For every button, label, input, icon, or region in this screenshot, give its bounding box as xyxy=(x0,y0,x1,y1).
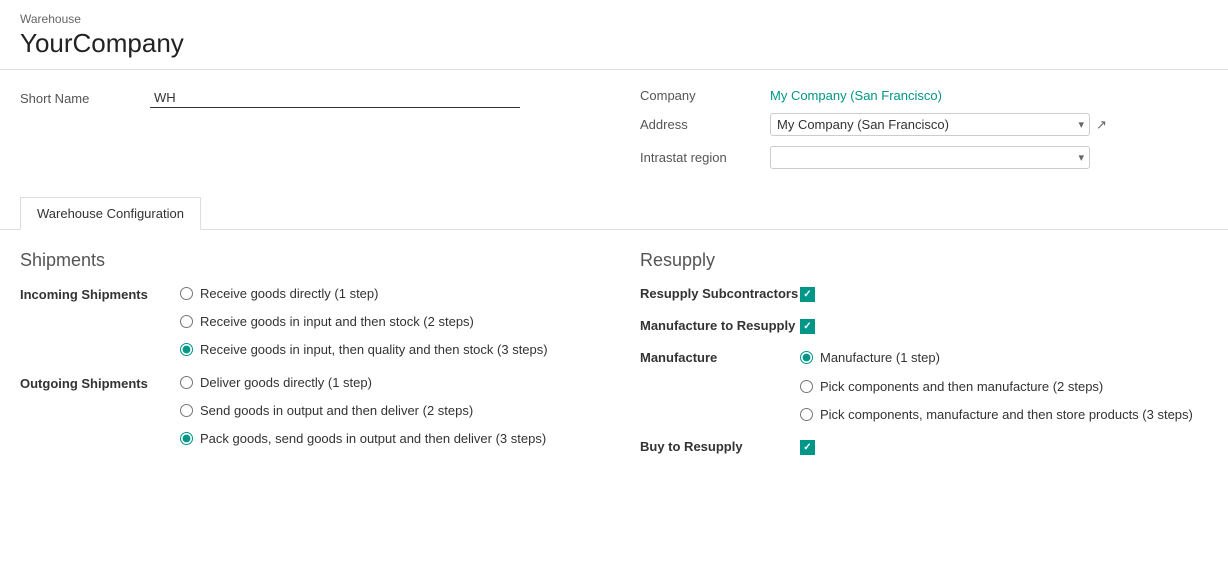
resupply-subcontractors-label: Resupply Subcontractors xyxy=(640,285,800,303)
manufacture-option-2[interactable]: Pick components and then manufacture (2 … xyxy=(800,378,1193,396)
manufacture-option-2-label: Pick components and then manufacture (2 … xyxy=(820,378,1103,396)
outgoing-shipments-label: Outgoing Shipments xyxy=(20,374,180,391)
page-header: Warehouse YourCompany xyxy=(0,0,1228,70)
manufacture-row: Manufacture Manufacture (1 step) Pick co… xyxy=(640,349,1208,424)
buy-to-resupply-checkbox[interactable] xyxy=(800,440,815,455)
outgoing-option-3[interactable]: Pack goods, send goods in output and the… xyxy=(180,430,546,448)
short-name-input[interactable] xyxy=(150,88,520,108)
intrastat-select-wrapper: ▾ xyxy=(770,146,1090,169)
address-label: Address xyxy=(640,117,770,132)
buy-to-resupply-row: Buy to Resupply xyxy=(640,438,1208,456)
company-label: Company xyxy=(640,88,770,103)
buy-to-resupply-control xyxy=(800,438,815,455)
company-value[interactable]: My Company (San Francisco) xyxy=(770,88,942,103)
manufacture-to-resupply-control xyxy=(800,317,815,334)
outgoing-radio-2[interactable] xyxy=(180,404,193,417)
outgoing-option-1-label: Deliver goods directly (1 step) xyxy=(200,374,372,392)
resupply-subcontractors-checkbox[interactable] xyxy=(800,287,815,302)
intrastat-select[interactable] xyxy=(770,146,1090,169)
manufacture-label: Manufacture xyxy=(640,349,800,367)
external-link-icon[interactable]: ↗ xyxy=(1096,117,1107,133)
form-left: Short Name xyxy=(20,88,600,179)
manufacture-radio-3[interactable] xyxy=(800,408,813,421)
incoming-shipments-label: Incoming Shipments xyxy=(20,285,180,302)
short-name-label: Short Name xyxy=(20,91,150,106)
resupply-title: Resupply xyxy=(640,250,1208,271)
manufacture-to-resupply-row: Manufacture to Resupply xyxy=(640,317,1208,335)
company-row: Company My Company (San Francisco) xyxy=(640,88,1208,103)
incoming-option-3[interactable]: Receive goods in input, then quality and… xyxy=(180,341,548,359)
form-section: Short Name Company My Company (San Franc… xyxy=(0,70,1228,189)
incoming-option-1[interactable]: Receive goods directly (1 step) xyxy=(180,285,548,303)
breadcrumb: Warehouse xyxy=(20,12,1208,26)
outgoing-option-1[interactable]: Deliver goods directly (1 step) xyxy=(180,374,546,392)
tab-warehouse-configuration[interactable]: Warehouse Configuration xyxy=(20,197,201,230)
resupply-panel: Resupply Resupply Subcontractors Manufac… xyxy=(640,250,1208,470)
outgoing-option-3-label: Pack goods, send goods in output and the… xyxy=(200,430,546,448)
address-select[interactable]: My Company (San Francisco) xyxy=(770,113,1090,136)
shipments-panel: Shipments Incoming Shipments Receive goo… xyxy=(20,250,600,470)
address-select-wrapper: My Company (San Francisco) ▾ xyxy=(770,113,1090,136)
resupply-subcontractors-row: Resupply Subcontractors xyxy=(640,285,1208,303)
incoming-option-1-label: Receive goods directly (1 step) xyxy=(200,285,378,303)
shipments-title: Shipments xyxy=(20,250,600,271)
manufacture-option-3-label: Pick components, manufacture and then st… xyxy=(820,406,1193,424)
outgoing-radio-3[interactable] xyxy=(180,432,193,445)
manufacture-to-resupply-checkbox[interactable] xyxy=(800,319,815,334)
manufacture-option-1[interactable]: Manufacture (1 step) xyxy=(800,349,1193,367)
manufacture-radio-1[interactable] xyxy=(800,351,813,364)
incoming-shipments-group: Incoming Shipments Receive goods directl… xyxy=(20,285,600,360)
buy-to-resupply-label: Buy to Resupply xyxy=(640,438,800,456)
incoming-radio-3[interactable] xyxy=(180,343,193,356)
intrastat-label: Intrastat region xyxy=(640,150,770,165)
resupply-subcontractors-control xyxy=(800,285,815,302)
incoming-radio-1[interactable] xyxy=(180,287,193,300)
outgoing-option-2-label: Send goods in output and then deliver (2… xyxy=(200,402,473,420)
outgoing-option-2[interactable]: Send goods in output and then deliver (2… xyxy=(180,402,546,420)
intrastat-row: Intrastat region ▾ xyxy=(640,146,1208,169)
incoming-option-3-label: Receive goods in input, then quality and… xyxy=(200,341,548,359)
form-right: Company My Company (San Francisco) Addre… xyxy=(640,88,1208,179)
outgoing-shipments-group: Outgoing Shipments Deliver goods directl… xyxy=(20,374,600,449)
manufacture-radio-2[interactable] xyxy=(800,380,813,393)
manufacture-options: Manufacture (1 step) Pick components and… xyxy=(800,349,1193,424)
config-section: Shipments Incoming Shipments Receive goo… xyxy=(0,230,1228,490)
short-name-row: Short Name xyxy=(20,88,600,108)
page-title: YourCompany xyxy=(20,28,1208,59)
outgoing-radio-options: Deliver goods directly (1 step) Send goo… xyxy=(180,374,546,449)
manufacture-to-resupply-label: Manufacture to Resupply xyxy=(640,317,800,335)
tabs-bar: Warehouse Configuration xyxy=(0,197,1228,230)
address-row: Address My Company (San Francisco) ▾ ↗ xyxy=(640,113,1208,136)
outgoing-radio-1[interactable] xyxy=(180,376,193,389)
incoming-option-2-label: Receive goods in input and then stock (2… xyxy=(200,313,474,331)
incoming-radio-options: Receive goods directly (1 step) Receive … xyxy=(180,285,548,360)
incoming-option-2[interactable]: Receive goods in input and then stock (2… xyxy=(180,313,548,331)
manufacture-option-1-label: Manufacture (1 step) xyxy=(820,349,940,367)
incoming-radio-2[interactable] xyxy=(180,315,193,328)
manufacture-option-3[interactable]: Pick components, manufacture and then st… xyxy=(800,406,1193,424)
